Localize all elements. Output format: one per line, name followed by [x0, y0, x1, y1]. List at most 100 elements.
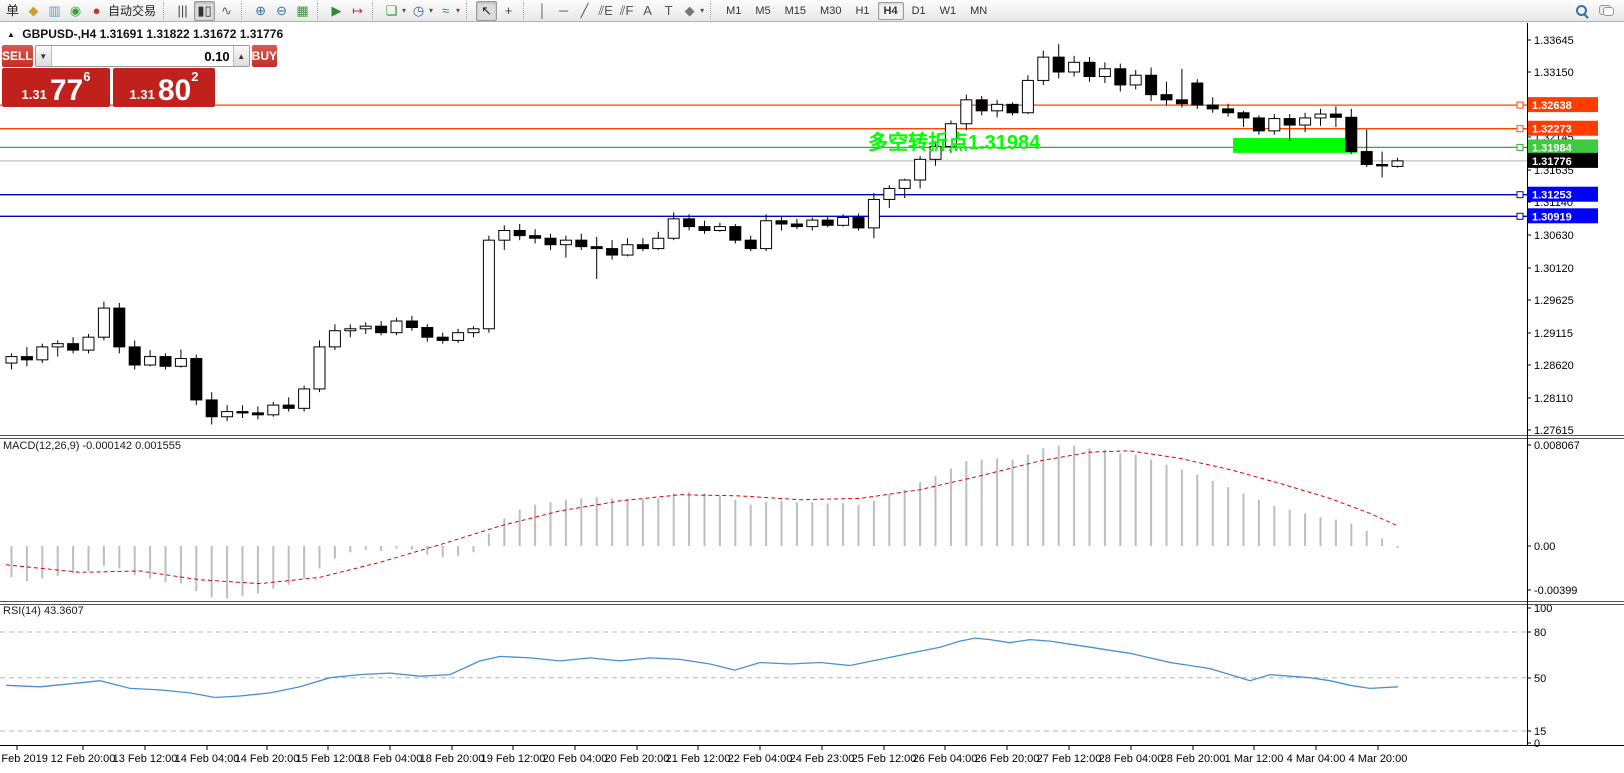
crosshair-icon[interactable]: +: [499, 2, 518, 20]
text-label-icon[interactable]: T: [659, 2, 678, 20]
sell-price[interactable]: 1.31 77 6: [2, 68, 110, 107]
equidistant-channel-icon[interactable]: ⫽E: [596, 2, 615, 20]
svg-text:15 Feb 12:00: 15 Feb 12:00: [296, 753, 361, 765]
candle: [960, 99, 973, 125]
auto-scroll-icon[interactable]: ▶: [327, 2, 346, 20]
market-watch-icon[interactable]: ▥: [45, 2, 64, 20]
arrows-icon[interactable]: ◆: [680, 2, 699, 20]
timeframe-M5[interactable]: M5: [749, 2, 776, 20]
time-axis[interactable]: 12 Feb 201912 Feb 20:0013 Feb 12:0014 Fe…: [0, 745, 1407, 765]
line-chart-icon[interactable]: ∿: [217, 2, 236, 20]
trendline-icon[interactable]: ╱: [575, 2, 594, 20]
candle: [1314, 113, 1327, 119]
candle: [159, 356, 172, 367]
candle: [1206, 104, 1219, 110]
volume-up-button[interactable]: ▲: [232, 46, 249, 66]
package-icon[interactable]: ◆: [24, 2, 43, 20]
candle: [606, 248, 619, 256]
candle: [1175, 99, 1188, 105]
indicators-dropdown[interactable]: ▾: [456, 6, 460, 15]
candle: [1191, 82, 1204, 106]
fibonacci-icon[interactable]: ⫽F: [617, 2, 636, 20]
candle: [683, 218, 696, 228]
search-icon[interactable]: [1575, 4, 1589, 19]
signal-icon[interactable]: ◉: [66, 2, 85, 20]
zoom-in-icon[interactable]: ⊕: [251, 2, 270, 20]
timeframe-D1[interactable]: D1: [906, 2, 932, 20]
bar-chart-icon[interactable]: |||: [173, 2, 192, 20]
arrows-dropdown[interactable]: ▾: [700, 6, 704, 15]
one-click-trading-panel: SELL ▼ ▲ BUY 1.31 77 6 1.31 80 2: [2, 45, 278, 107]
svg-text:28 Feb 04:00: 28 Feb 04:00: [1099, 753, 1164, 765]
vertical-line-icon[interactable]: │: [533, 2, 552, 20]
timeframe-MN[interactable]: MN: [964, 2, 993, 20]
new-chart-icon[interactable]: ❏: [382, 2, 401, 20]
candle: [544, 237, 557, 246]
chat-icon[interactable]: [1599, 5, 1614, 16]
indicators-icon[interactable]: ≈: [436, 2, 455, 20]
candle: [236, 411, 249, 414]
timeframe-M30[interactable]: M30: [814, 2, 847, 20]
svg-text:0.00: 0.00: [1534, 541, 1555, 553]
buy-price[interactable]: 1.31 80 2: [113, 68, 215, 107]
candle: [1129, 74, 1142, 86]
candles-layer: [5, 44, 1404, 425]
candle: [1329, 113, 1342, 118]
price-axis[interactable]: 1.336451.331501.321451.316351.311401.306…: [1527, 35, 1598, 437]
toolbar-separator: [372, 2, 377, 19]
svg-text:14 Feb 20:00: 14 Feb 20:00: [235, 753, 300, 765]
cursor-icon[interactable]: ↖: [476, 0, 498, 21]
volume-input[interactable]: [51, 46, 233, 66]
candle: [436, 336, 449, 341]
candle: [975, 99, 988, 112]
candle: [744, 239, 757, 250]
candle: [97, 307, 110, 338]
timeframe-W1[interactable]: W1: [934, 2, 963, 20]
timeframe-H1[interactable]: H1: [849, 2, 875, 20]
candle: [221, 411, 234, 418]
svg-text:1.31984: 1.31984: [1532, 142, 1573, 154]
macd-values: -0.000142 0.001555: [82, 440, 181, 452]
collapse-panel-icon[interactable]: ▲: [7, 30, 15, 39]
candlestick-icon[interactable]: ▮▯: [194, 0, 216, 21]
chart-shift-icon[interactable]: ↦: [348, 2, 367, 20]
highlight-rectangle[interactable]: [1233, 137, 1357, 153]
new-chart-dropdown[interactable]: ▾: [402, 6, 406, 15]
chart-title: ▲ GBPUSD-,H4 1.31691 1.31822 1.31672 1.3…: [7, 27, 283, 41]
autotrading-icon[interactable]: ●: [87, 2, 106, 20]
svg-text:-0.00399: -0.00399: [1534, 585, 1577, 597]
chart-canvas[interactable]: 多空转折点1.319840.0080670.00-0.0039910080501…: [0, 0, 1624, 773]
sell-button[interactable]: SELL: [2, 45, 33, 67]
horizontal-line-icon[interactable]: ─: [554, 2, 573, 20]
svg-text:18 Feb 20:00: 18 Feb 20:00: [420, 753, 485, 765]
svg-text:1.33645: 1.33645: [1534, 35, 1574, 47]
candle: [698, 226, 711, 231]
text-icon[interactable]: A: [638, 2, 657, 20]
timeframe-H4[interactable]: H4: [877, 1, 904, 20]
candle: [1252, 117, 1265, 132]
candle: [1083, 61, 1096, 78]
volume-down-button[interactable]: ▼: [35, 46, 52, 66]
toolbar-separator: [317, 2, 322, 19]
candle: [621, 244, 634, 256]
main-toolbar: 单 ◆ ▥ ◉ ● 自动交易 ||| ▮▯ ∿ ⊕ ⊖ ▦ ▶ ↦ ❏ ▾ ◷ ▾ ≈ ▾ ↖ + │ ─ ╱ ⫽E ⫽F A T ◆ ▾ M…: [0, 0, 1624, 22]
new-order-icon[interactable]: 单: [3, 2, 22, 20]
candle: [205, 399, 218, 418]
svg-text:1 Mar 12:00: 1 Mar 12:00: [1225, 753, 1284, 765]
candle: [529, 235, 542, 239]
svg-text:1.32638: 1.32638: [1532, 100, 1572, 112]
timeframe-M15[interactable]: M15: [779, 2, 812, 20]
candle: [113, 307, 126, 348]
periods-icon[interactable]: ◷: [409, 2, 428, 20]
svg-text:20 Feb 20:00: 20 Feb 20:00: [605, 753, 670, 765]
level-lines[interactable]: [0, 101, 1527, 220]
periods-dropdown[interactable]: ▾: [429, 6, 433, 15]
timeframe-M1[interactable]: M1: [720, 2, 747, 20]
candle: [1068, 61, 1081, 73]
candle: [1052, 56, 1065, 73]
svg-text:1.32273: 1.32273: [1532, 124, 1572, 136]
candle: [267, 404, 280, 416]
zoom-out-icon[interactable]: ⊖: [272, 2, 291, 20]
tile-windows-icon[interactable]: ▦: [293, 2, 312, 20]
buy-button[interactable]: BUY: [251, 45, 278, 67]
